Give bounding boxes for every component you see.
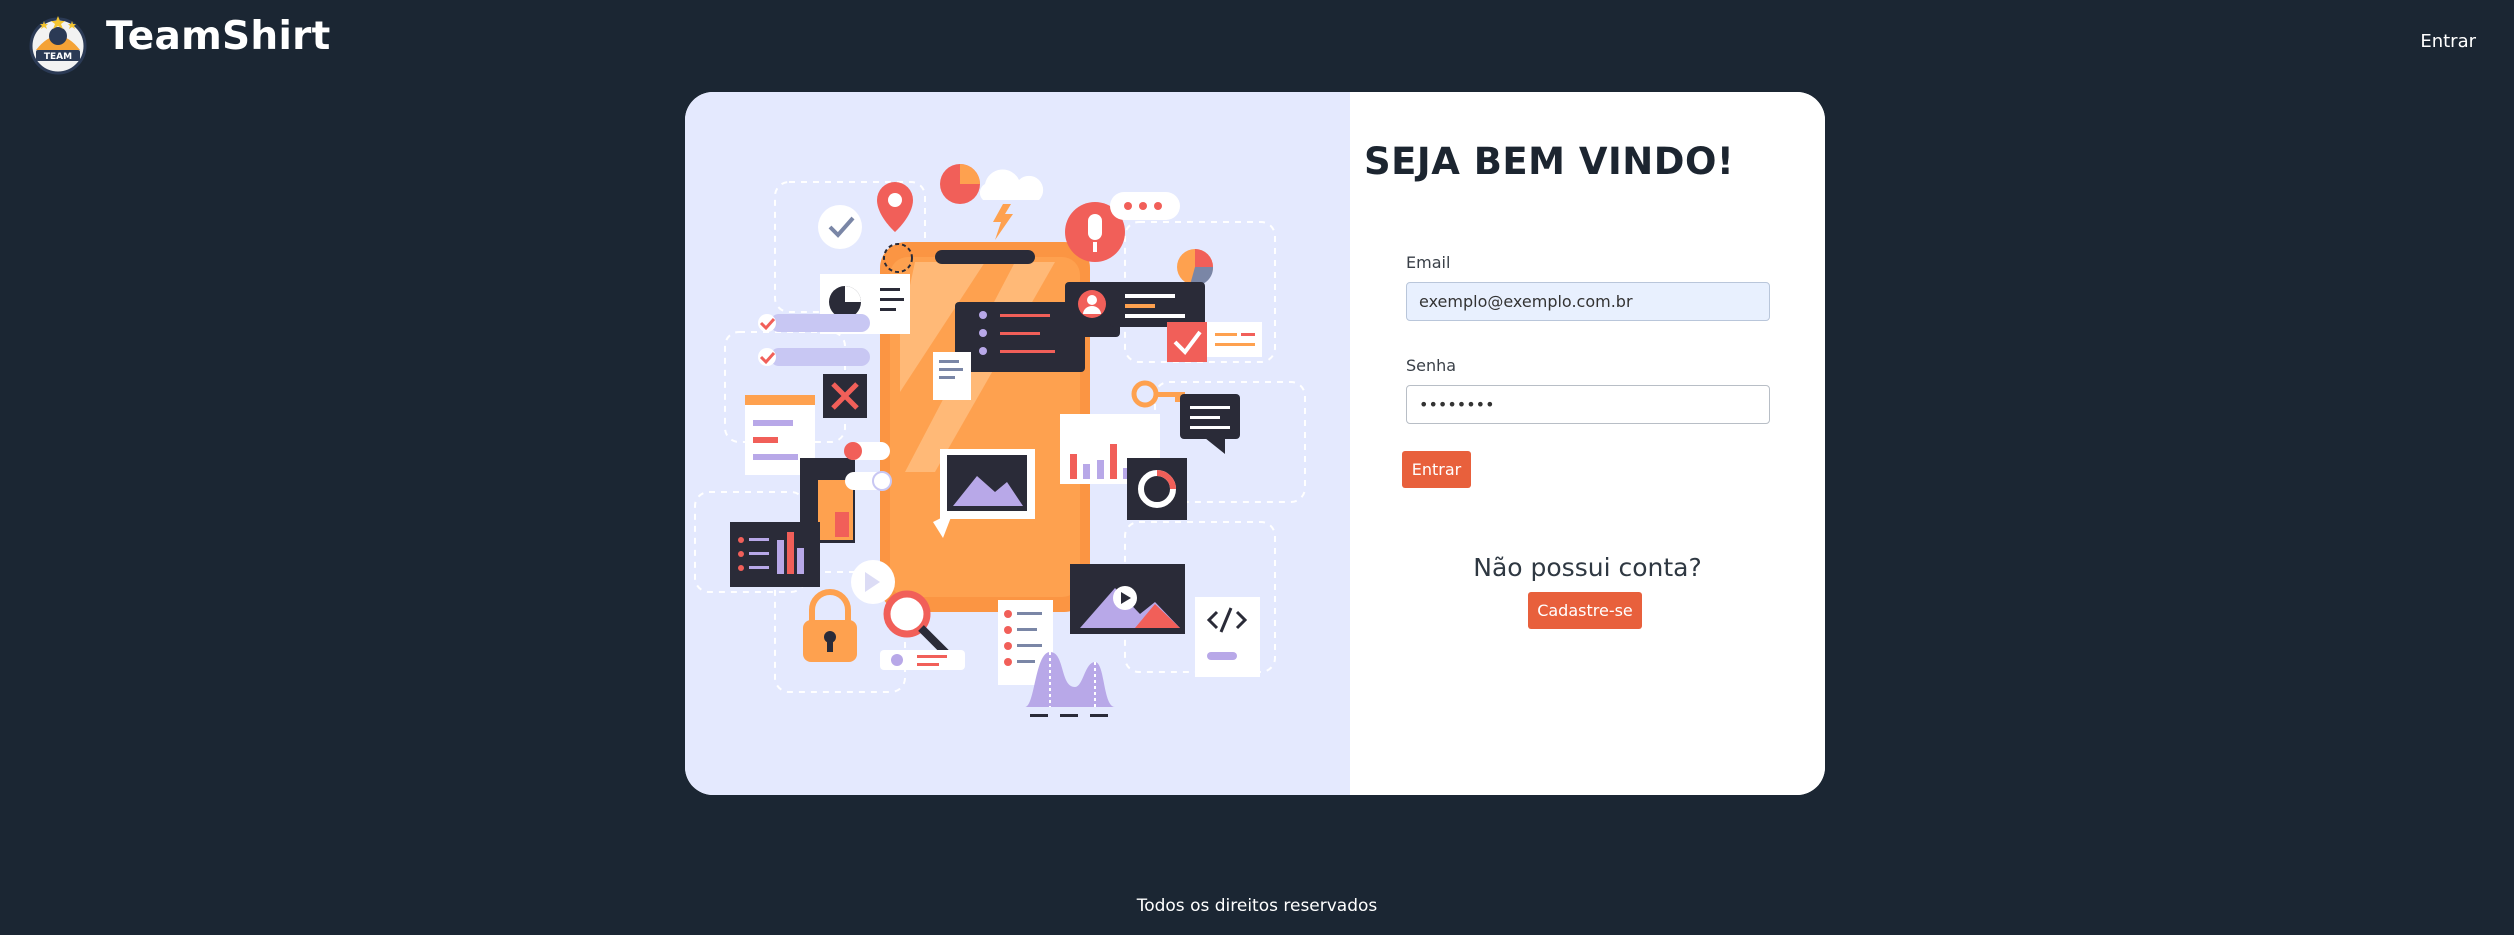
email-input[interactable] — [1406, 282, 1770, 321]
login-form-panel: SEJA BEM VINDO! Email Senha Entrar Não p… — [1350, 92, 1825, 795]
footer-text: Todos os direitos reservados — [1136, 896, 1378, 916]
svg-text:TEAM: TEAM — [44, 52, 72, 62]
nav-login-link[interactable]: Entrar — [2420, 31, 2476, 52]
welcome-title: SEJA BEM VINDO! — [1364, 140, 1735, 183]
email-label: Email — [1406, 253, 1451, 272]
app-illustration — [694, 164, 1306, 717]
illustration-panel — [685, 92, 1350, 795]
password-label: Senha — [1406, 356, 1457, 375]
password-input[interactable] — [1406, 385, 1770, 424]
login-button[interactable]: Entrar — [1402, 451, 1471, 488]
signup-button[interactable]: Cadastre-se — [1528, 592, 1642, 629]
team-logo[interactable]: TEAM — [26, 12, 90, 76]
brand-name[interactable]: TeamShirt — [106, 14, 331, 59]
top-navbar: TEAM TeamShirt Entrar — [0, 0, 2514, 82]
no-account-text: Não possui conta? — [1473, 553, 1702, 582]
login-card: SEJA BEM VINDO! Email Senha Entrar Não p… — [685, 92, 1825, 795]
